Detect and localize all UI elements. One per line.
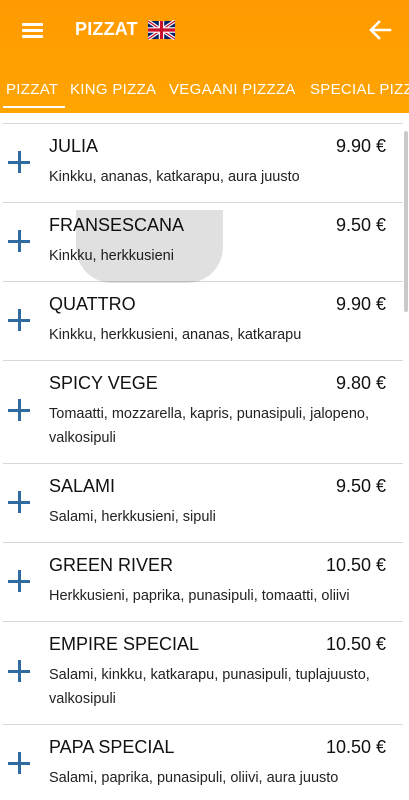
active-tab-indicator xyxy=(3,106,65,108)
item-description: Salami, paprika, punasipuli, oliivi, aur… xyxy=(49,770,339,786)
list-item[interactable]: SALAMI 9.50 € Salami, herkkusieni, sipul… xyxy=(3,463,403,542)
add-icon[interactable] xyxy=(8,399,30,421)
item-price: 9.90 € xyxy=(335,136,386,156)
tab-pizzat[interactable]: PIZZAT xyxy=(6,81,58,98)
item-name: PAPA SPECIAL xyxy=(49,737,175,757)
add-icon[interactable] xyxy=(8,309,30,331)
tab-vegaani-pizzza[interactable]: VEGAANI PIZZZA xyxy=(169,81,296,98)
item-price: 10.50 € xyxy=(325,555,386,575)
page-title: PIZZAT xyxy=(75,19,138,39)
item-description: Kinkku, herkkusieni, ananas, katkarapu xyxy=(49,327,302,343)
item-description: Herkkusieni, paprika, punasipuli, tomaat… xyxy=(49,588,350,604)
uk-flag-icon[interactable] xyxy=(148,20,175,40)
item-price: 9.80 € xyxy=(335,373,386,393)
tab-special-pizza[interactable]: SPECIAL PIZZA xyxy=(310,81,409,98)
item-name: GREEN RIVER xyxy=(49,555,174,575)
item-name: SALAMI xyxy=(49,476,116,496)
arrow-left-icon[interactable] xyxy=(363,14,397,46)
add-icon[interactable] xyxy=(8,752,30,774)
item-name: QUATTRO xyxy=(49,294,136,314)
list-item[interactable]: SPICY VEGE 9.80 € Tomaatti, mozzarella, … xyxy=(3,360,403,463)
hamburger-menu-icon[interactable] xyxy=(12,14,52,46)
item-description: Salami, kinkku, katkarapu, punasipuli, t… xyxy=(49,667,370,707)
list-item[interactable]: QUATTRO 9.90 € Kinkku, herkkusieni, anan… xyxy=(3,281,403,360)
list-item[interactable]: JULIA 9.90 € Kinkku, ananas, katkarapu, … xyxy=(3,123,403,202)
item-price: 10.50 € xyxy=(325,737,386,757)
item-name: JULIA xyxy=(49,136,99,156)
tab-king-pizza[interactable]: KING PIZZA xyxy=(70,81,156,98)
touch-ripple xyxy=(76,210,223,283)
toolbar: PIZZAT xyxy=(0,0,409,60)
list-item[interactable]: GREEN RIVER 10.50 € Herkkusieni, paprika… xyxy=(3,542,403,621)
add-icon[interactable] xyxy=(8,491,30,513)
item-description: Salami, herkkusieni, sipuli xyxy=(49,509,216,525)
add-icon[interactable] xyxy=(8,151,30,173)
add-icon[interactable] xyxy=(8,570,30,592)
item-name: SPICY VEGE xyxy=(49,373,158,393)
item-description: Tomaatti, mozzarella, kapris, punasipuli… xyxy=(49,406,369,446)
list-item[interactable]: PAPA SPECIAL 10.50 € Salami, paprika, pu… xyxy=(3,724,403,800)
item-price: 9.50 € xyxy=(335,476,386,496)
item-price: 10.50 € xyxy=(325,634,386,654)
app-bar: PIZZAT PIZZAT KING PIZZA VEGAANI PIZZZA … xyxy=(0,0,409,113)
add-icon[interactable] xyxy=(8,660,30,682)
item-price: 9.50 € xyxy=(335,215,386,235)
scrollbar[interactable] xyxy=(404,131,408,312)
item-price: 9.90 € xyxy=(335,294,386,314)
item-name: EMPIRE SPECIAL xyxy=(49,634,200,654)
list-item[interactable]: EMPIRE SPECIAL 10.50 € Salami, kinkku, k… xyxy=(3,621,403,724)
add-icon[interactable] xyxy=(8,230,30,252)
item-description: Kinkku, ananas, katkarapu, aura juusto xyxy=(49,169,300,185)
